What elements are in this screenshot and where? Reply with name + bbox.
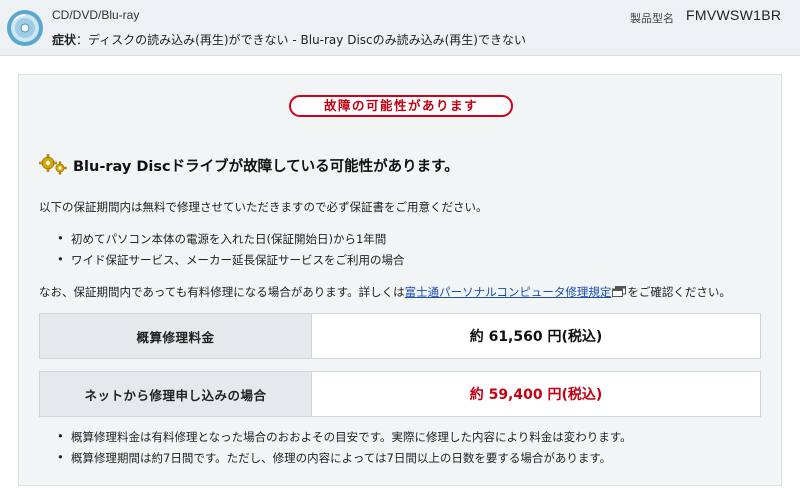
price-value: 約 59,400 円(税込) (469, 387, 603, 403)
estimated-price-row: 概算修理料金 約 61,560 円(税込) (39, 313, 761, 359)
price-value: 約 61,560 円(税込) (469, 329, 603, 345)
repair-terms-link[interactable]: 富士通パーソナルコンピュータ修理規定 (405, 285, 612, 299)
model-value: FMVWSW1BR (686, 7, 782, 23)
list-item: 初めてパソコン本体の電源を入れた日(保証開始日)から1年間 (57, 231, 405, 252)
list-item: ワイド保証サービス、メーカー延長保証サービスをご利用の場合 (57, 252, 405, 273)
symptom-text: ：ディスクの読み込み(再生)ができない - Blu-ray Discのみ読み込み… (76, 33, 526, 47)
diagnosis-panel: 故障の可能性があります Blu-ray Discドライブが故障している可能性があ… (18, 74, 782, 486)
price-label: 概算修理料金 (40, 314, 312, 358)
list-item: 概算修理期間は約7日間です。ただし、修理の内容によっては7日間以上の日数を要する… (57, 450, 632, 471)
model-label: 製品型名 (630, 12, 674, 25)
gear-icon (39, 154, 67, 175)
footnote-list: 概算修理料金は有料修理となった場合のおおよその目安です。実際に修理した内容により… (57, 429, 632, 471)
online-price-row: ネットから修理申し込みの場合 約 59,400 円(税込) (39, 371, 761, 417)
disc-icon (7, 10, 43, 46)
page-header: CD/DVD/Blu-ray 症状：ディスクの読み込み(再生)ができない - B… (0, 0, 800, 56)
note-suffix: をご確認ください。 (627, 285, 731, 299)
warranty-list: 初めてパソコン本体の電源を入れた日(保証開始日)から1年間 ワイド保証サービス、… (57, 231, 405, 273)
paid-repair-note: なお、保証期間内であっても有料修理になる場合があります。詳しくは富士通パーソナル… (39, 284, 731, 300)
note-prefix: なお、保証期間内であっても有料修理になる場合があります。詳しくは (39, 285, 405, 299)
list-item: 概算修理料金は有料修理となった場合のおおよその目安です。実際に修理した内容により… (57, 429, 632, 450)
external-window-icon[interactable] (612, 286, 627, 297)
symptom-line: 症状：ディスクの読み込み(再生)ができない - Blu-ray Discのみ読み… (52, 31, 526, 48)
diagnosis-heading: Blu-ray Discドライブが故障している可能性があります。 (73, 159, 459, 175)
category-title: CD/DVD/Blu-ray (52, 8, 140, 22)
status-badge: 故障の可能性があります (289, 95, 513, 117)
symptom-label: 症状 (52, 33, 77, 47)
price-label: ネットから修理申し込みの場合 (40, 372, 312, 416)
warranty-intro: 以下の保証期間内は無料で修理させていただきますので必ず保証書をご用意ください。 (39, 200, 488, 214)
